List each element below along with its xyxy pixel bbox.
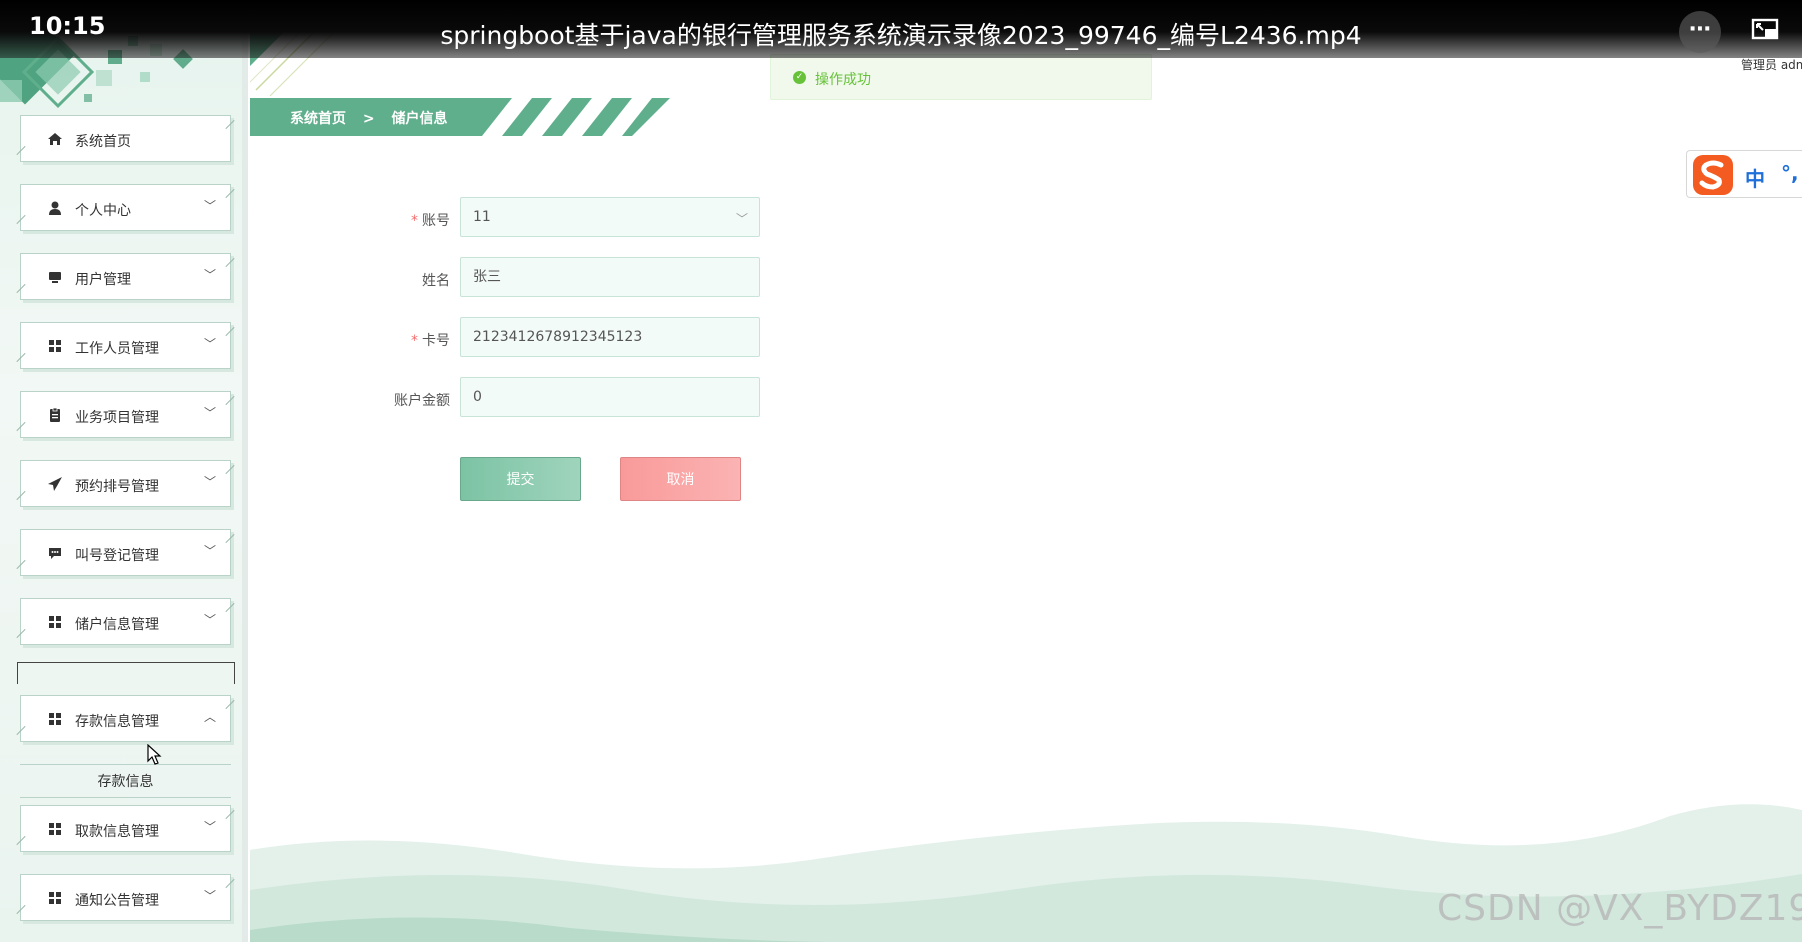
sidebar-item-label: 存款信息管理 (75, 714, 159, 730)
sidebar-item-withdrawal-info[interactable]: 取款信息管理 ﹀ (16, 805, 235, 852)
breadcrumb: 系统首页 > 储户信息 (290, 108, 459, 128)
video-overlay-bar: 10:15 springboot基于java的银行管理服务系统演示录像2023_… (0, 0, 1802, 58)
grid-icon (47, 711, 63, 727)
chevron-down-icon: ﹀ (204, 820, 217, 834)
grid-icon (47, 890, 63, 906)
chevron-down-icon: ﹀ (204, 544, 217, 558)
chat-icon (47, 545, 63, 561)
sidebar-item-label: 个人中心 (75, 203, 131, 219)
sogou-logo-icon (1693, 155, 1733, 195)
ime-toolbar[interactable]: 中 °, (1686, 150, 1802, 198)
breadcrumb-current: 储户信息 (391, 111, 448, 127)
chevron-down-icon: ﹀ (736, 212, 749, 226)
name-field[interactable]: 张三 (460, 257, 760, 297)
grid-icon (47, 338, 63, 354)
sidebar-item-label: 储户信息管理 (75, 617, 159, 633)
monitor-icon (47, 269, 63, 285)
sidebar-item-label: 预约排号管理 (75, 479, 159, 495)
sidebar-item-queue-registration[interactable]: 叫号登记管理 ﹀ (16, 529, 235, 576)
chevron-down-icon: ﹀ (204, 889, 217, 903)
toast-message: 操作成功 (815, 72, 871, 88)
balance-label: 账户金额 (394, 393, 450, 409)
chevron-down-icon: ﹀ (204, 199, 217, 213)
sidebar-item-depositor-info[interactable]: 储户信息管理 ﹀ (16, 598, 235, 645)
sidebar-item-personal-center[interactable]: 个人中心 ﹀ (16, 184, 235, 231)
sidebar-item-label: 通知公告管理 (75, 893, 159, 909)
admin-label[interactable]: 管理员 adm (1741, 56, 1802, 73)
success-toast: ✓ 操作成功 (770, 54, 1152, 100)
submit-button[interactable]: 提交 (460, 457, 581, 501)
check-circle-icon: ✓ (793, 71, 806, 84)
sidebar-item-staff-management[interactable]: 工作人员管理 ﹀ (16, 322, 235, 369)
chevron-down-icon: ﹀ (204, 475, 217, 489)
sidebar-item-deposit-info[interactable]: 存款信息管理 ︿ (16, 695, 235, 742)
clipboard-icon (47, 407, 63, 423)
mouse-cursor-icon (147, 744, 162, 765)
sidebar-item-transition (17, 662, 235, 684)
sidebar-item-label: 系统首页 (75, 134, 131, 150)
breadcrumb-home[interactable]: 系统首页 (290, 111, 346, 127)
balance-field[interactable]: 0 (460, 377, 760, 417)
sidebar-item-label: 叫号登记管理 (75, 548, 159, 564)
picture-in-picture-icon[interactable] (1751, 17, 1781, 43)
card-label: * 卡号 (411, 333, 450, 349)
chevron-down-icon: ﹀ (204, 613, 217, 627)
sidebar-item-label: 工作人员管理 (75, 341, 159, 357)
sidebar-item-label: 取款信息管理 (75, 824, 159, 840)
chevron-up-icon: ︿ (204, 710, 217, 724)
cancel-button[interactable]: 取消 (620, 457, 741, 501)
chevron-down-icon: ﹀ (204, 268, 217, 282)
sidebar-item-business-project[interactable]: 业务项目管理 ﹀ (16, 391, 235, 438)
name-label: 姓名 (422, 273, 450, 289)
ime-punctuation[interactable]: °, (1781, 161, 1799, 185)
more-options-button[interactable]: ⋯ (1679, 11, 1721, 53)
account-select[interactable]: 11 (460, 197, 760, 237)
chevron-down-icon: ﹀ (204, 406, 217, 420)
user-icon (47, 200, 63, 216)
sidebar-item-notice-management[interactable]: 通知公告管理 ﹀ (16, 874, 235, 921)
sidebar-item-user-management[interactable]: 用户管理 ﹀ (16, 253, 235, 300)
grid-icon (47, 821, 63, 837)
sidebar-item-home[interactable]: 系统首页 (16, 115, 235, 162)
grid-icon (47, 614, 63, 630)
home-icon (47, 131, 63, 147)
video-title: springboot基于java的银行管理服务系统演示录像2023_99746_… (440, 21, 1362, 50)
sidebar-item-reservation[interactable]: 预约排号管理 ﹀ (16, 460, 235, 507)
ime-mode[interactable]: 中 (1745, 163, 1765, 192)
sidebar-item-label: 用户管理 (75, 272, 131, 288)
sidebar-item-label: 业务项目管理 (75, 410, 159, 426)
submenu-item-deposit-info[interactable]: 存款信息 (20, 764, 231, 798)
account-label: * 账号 (411, 213, 450, 229)
chevron-down-icon: ﹀ (204, 337, 217, 351)
breadcrumb-separator: > (362, 111, 375, 127)
send-icon (47, 476, 63, 492)
card-number-field[interactable]: 2123412678912345123 (460, 317, 760, 357)
watermark: CSDN @VX_BYDZ1988 (1437, 888, 1802, 929)
